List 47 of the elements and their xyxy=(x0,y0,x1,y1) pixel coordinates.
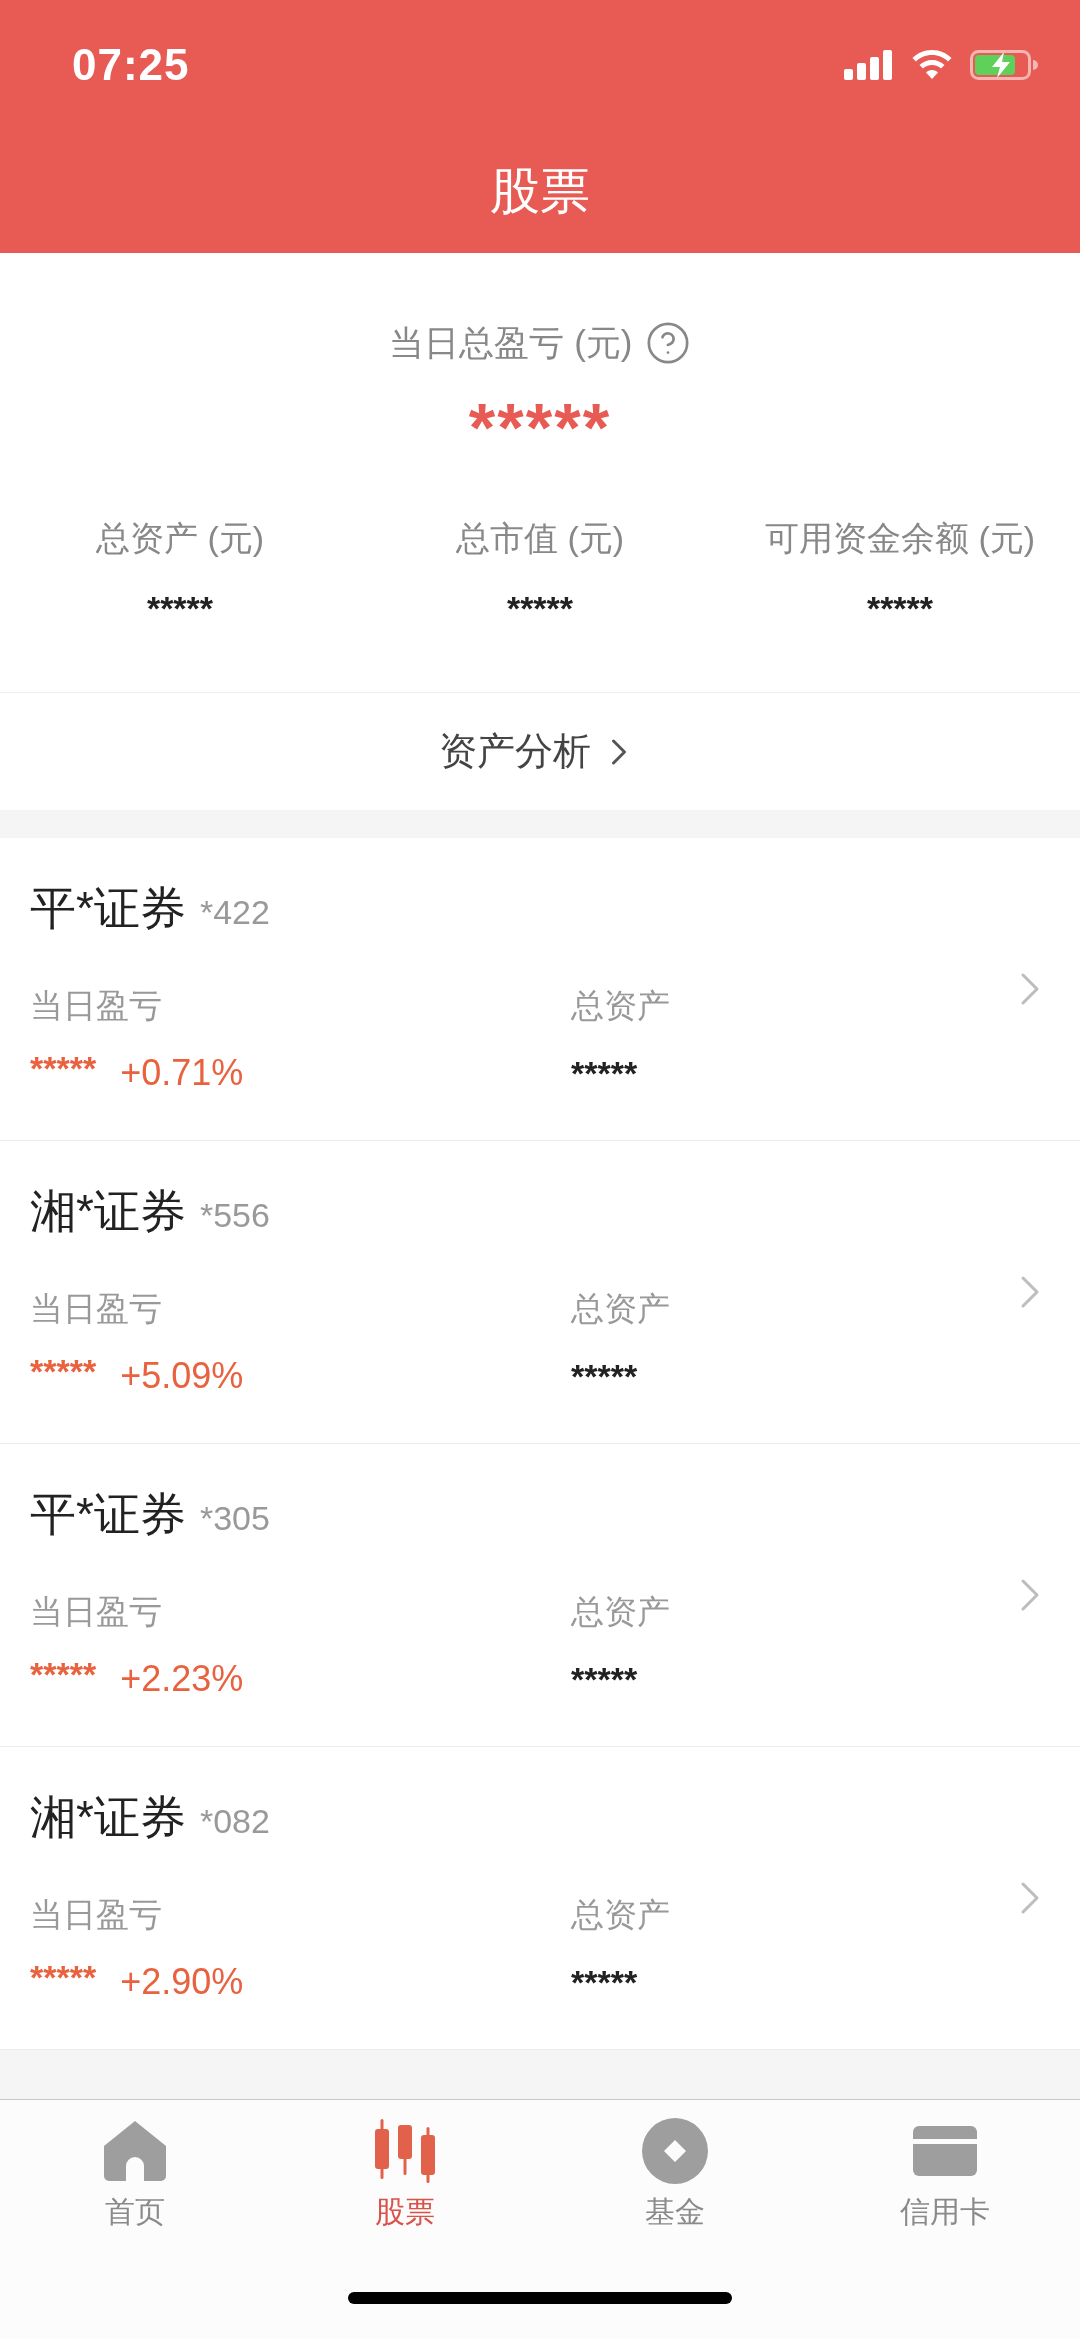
broker-name: 湘*证券 xyxy=(30,1790,186,1845)
account-number: *422 xyxy=(199,893,270,932)
stat-value: ***** xyxy=(506,588,574,628)
account-number: *556 xyxy=(199,1196,270,1235)
change-percent: +2.23% xyxy=(120,1658,244,1700)
broker-name: 平*证券 xyxy=(30,1487,186,1542)
broker-name: 平*证券 xyxy=(30,881,186,936)
account-card[interactable]: 平*证券 *422 当日盈亏 ***** +0.71% 总资产 ***** xyxy=(0,838,1080,1141)
status-time: 07:25 xyxy=(72,40,190,90)
page-title: 股票 xyxy=(490,162,590,221)
total-assets-label: 总资产 xyxy=(571,1289,670,1329)
account-card[interactable]: 平*证券 *305 当日盈亏 ***** +2.23% 总资产 ***** xyxy=(0,1444,1080,1747)
change-percent: +0.71% xyxy=(120,1052,244,1094)
daily-profit-value: ***** xyxy=(30,1351,97,1391)
account-card[interactable]: 湘*证券 *082 当日盈亏 ***** +2.90% 总资产 ***** xyxy=(0,1747,1080,2050)
daily-profit-value: ***** xyxy=(30,1654,97,1694)
tab-item[interactable]: 股票 xyxy=(270,2100,540,2236)
battery-charging-icon xyxy=(970,50,1038,80)
daily-profit-value: ***** xyxy=(30,1048,97,1088)
stat-label: 可用资金余额 (元) xyxy=(764,518,1036,559)
total-assets-label: 总资产 xyxy=(571,1895,670,1935)
daily-profit-label: 当日盈亏 xyxy=(30,986,162,1026)
total-assets-label: 总资产 xyxy=(571,1592,670,1632)
stat-value: ***** xyxy=(866,588,934,628)
daily-profit-label: 当日盈亏 xyxy=(30,1289,162,1329)
stat-value: ***** xyxy=(146,588,214,628)
change-percent: +5.09% xyxy=(120,1355,244,1397)
daily-profit-label: 当日盈亏 xyxy=(30,1895,162,1935)
total-profit-value: ***** xyxy=(468,393,612,461)
total-assets-value: ***** xyxy=(571,1356,638,1397)
account-card[interactable]: 湘*证券 *556 当日盈亏 ***** +5.09% 总资产 ***** xyxy=(0,1141,1080,1444)
total-assets-value: ***** xyxy=(571,1962,638,2003)
asset-analysis-link[interactable]: 资产分析 xyxy=(0,693,1080,810)
account-number: *305 xyxy=(199,1499,270,1538)
daily-profit-value: ***** xyxy=(30,1957,97,1997)
total-assets-value: ***** xyxy=(571,1053,638,1094)
change-percent: +2.90% xyxy=(120,1961,244,2003)
account-number: *082 xyxy=(199,1802,270,1841)
daily-profit-label: 当日盈亏 xyxy=(30,1592,162,1632)
stat-label: 总资产 (元) xyxy=(95,518,265,559)
stat-label: 总市值 (元) xyxy=(455,518,625,559)
wifi-icon xyxy=(912,50,952,80)
total-profit-label: 当日总盈亏 (元) xyxy=(389,321,633,364)
broker-name: 湘*证券 xyxy=(30,1184,186,1239)
signal-icon xyxy=(844,50,894,80)
total-assets-label: 总资产 xyxy=(571,986,670,1026)
total-assets-value: ***** xyxy=(571,1659,638,1700)
